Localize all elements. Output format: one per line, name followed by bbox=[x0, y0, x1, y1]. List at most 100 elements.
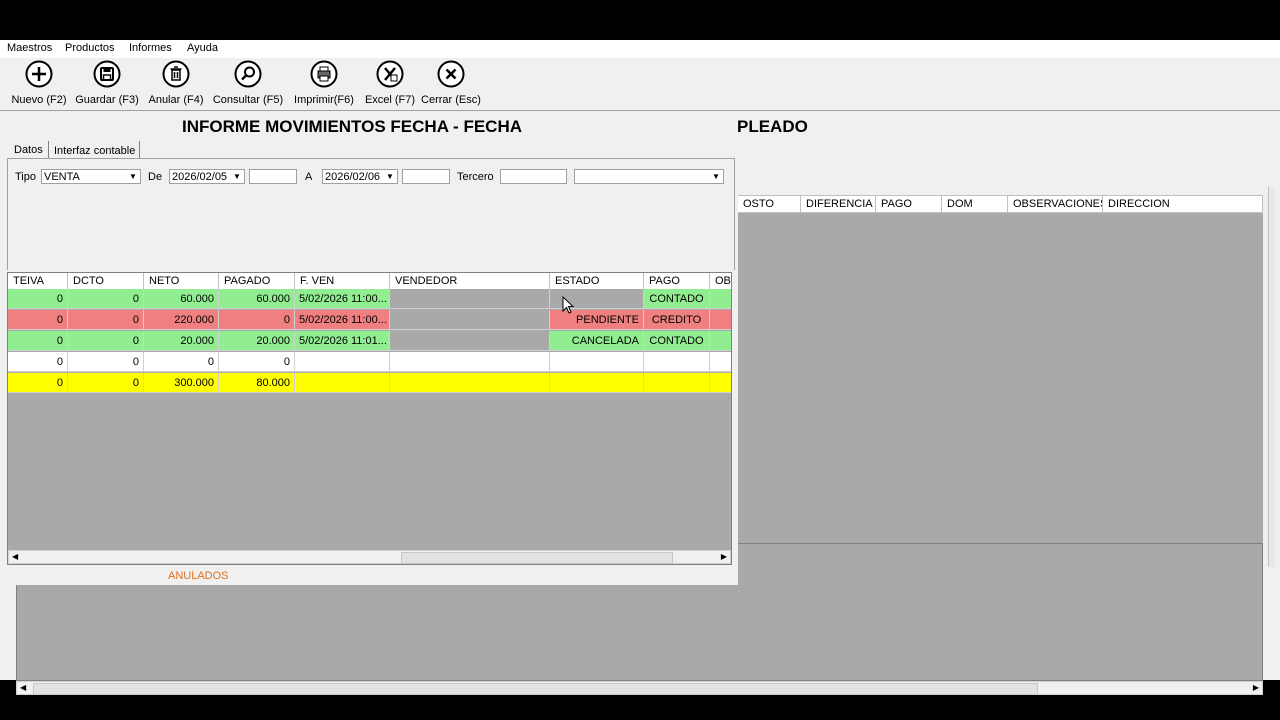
cell-ob bbox=[710, 310, 731, 330]
tipo-select[interactable]: VENTA ▼ bbox=[41, 169, 141, 184]
column-header: VENDEDOR bbox=[390, 273, 550, 289]
cell-vendedor bbox=[390, 331, 550, 351]
cell-dcto: 0 bbox=[68, 310, 144, 330]
chevron-down-icon[interactable]: ▼ bbox=[709, 170, 723, 183]
grid-header: TEIVA DCTO NETO PAGADO F. VEN VENDEDOR E… bbox=[8, 273, 731, 290]
save-button-label: Guardar (F3) bbox=[75, 94, 139, 106]
cell-neto: 0 bbox=[144, 352, 219, 372]
column-header: PAGO bbox=[644, 273, 710, 289]
annulled-grid-scrollbar[interactable]: ◀ ▶ bbox=[16, 681, 1263, 695]
void-button[interactable]: Anular (F4) bbox=[146, 60, 206, 106]
column-header: OB bbox=[715, 275, 731, 287]
from-date-picker[interactable]: 2026/02/05 ▼ bbox=[169, 169, 245, 184]
chevron-down-icon[interactable]: ▼ bbox=[230, 170, 244, 183]
annulled-label: ANULADOS bbox=[168, 570, 229, 582]
table-row[interactable]: 0 0 220.000 0 5/02/2026 11:00... PENDIEN… bbox=[8, 310, 731, 330]
cell-teiva: 0 bbox=[8, 310, 68, 330]
cell-pagado: 80.000 bbox=[219, 373, 295, 393]
third-party-code-field[interactable] bbox=[500, 169, 567, 184]
cell-fven: 5/02/2026 11:00... bbox=[295, 310, 390, 330]
excel-button[interactable]: Excel (F7) bbox=[363, 60, 417, 106]
scrollbar-thumb[interactable] bbox=[33, 683, 1038, 695]
scroll-right-icon[interactable]: ▶ bbox=[721, 551, 727, 563]
column-header: NETO bbox=[144, 273, 219, 289]
from-time-field[interactable] bbox=[249, 169, 297, 184]
cell-pagado: 60.000 bbox=[219, 289, 295, 309]
cell-pagado: 0 bbox=[219, 310, 295, 330]
background-window-edge bbox=[1268, 187, 1275, 567]
content-area: PLEADO OSTO DIFERENCIA PAGO DOM OBSERVAC… bbox=[0, 111, 1280, 695]
cell-pagado: 0 bbox=[219, 352, 295, 372]
new-button[interactable]: Nuevo (F2) bbox=[8, 60, 70, 106]
cell-neto: 220.000 bbox=[144, 310, 219, 330]
page-title: INFORME MOVIMIENTOS FECHA - FECHA bbox=[182, 117, 522, 136]
cell-dcto: 0 bbox=[68, 373, 144, 393]
table-row[interactable]: 0 0 0 0 bbox=[8, 352, 731, 372]
cell-teiva: 0 bbox=[8, 331, 68, 351]
cell-dcto: 0 bbox=[68, 289, 144, 309]
close-button[interactable]: Cerrar (Esc) bbox=[421, 60, 481, 106]
app-window: Maestros Productos Informes Ayuda Nuevo … bbox=[0, 40, 1280, 695]
background-window-title: PLEADO bbox=[737, 117, 808, 136]
cell-pago bbox=[644, 352, 710, 372]
cell-pago: CONTADO bbox=[644, 331, 710, 351]
cell-ob bbox=[710, 331, 731, 351]
scrollbar-thumb[interactable] bbox=[401, 552, 673, 564]
close-icon bbox=[437, 60, 465, 88]
column-header: TEIVA bbox=[8, 273, 68, 289]
to-date-value: 2026/02/06 bbox=[325, 171, 381, 183]
menu-maestros[interactable]: Maestros bbox=[7, 42, 52, 54]
cell-pagado: 20.000 bbox=[219, 331, 295, 351]
column-header: F. VEN bbox=[295, 273, 390, 289]
background-grid-body bbox=[737, 213, 1263, 561]
tipo-label: Tipo bbox=[15, 171, 36, 183]
menu-ayuda[interactable]: Ayuda bbox=[187, 42, 218, 54]
column-header: DIFERENCIA bbox=[801, 196, 876, 212]
cell-teiva: 0 bbox=[8, 352, 68, 372]
column-header: OBSERVACIONES bbox=[1008, 196, 1103, 212]
scroll-left-icon[interactable]: ◀ bbox=[12, 551, 18, 563]
grid-scrollbar[interactable]: ◀ ▶ bbox=[8, 550, 731, 564]
trash-icon bbox=[162, 60, 190, 88]
chevron-down-icon[interactable]: ▼ bbox=[383, 170, 397, 183]
table-row[interactable]: 0 0 20.000 20.000 5/02/2026 11:01... CAN… bbox=[8, 331, 731, 351]
query-button[interactable]: Consultar (F5) bbox=[212, 60, 284, 106]
column-header: DIRECCION bbox=[1108, 198, 1170, 210]
cell-fven bbox=[295, 373, 390, 393]
mouse-cursor-icon bbox=[562, 296, 574, 314]
from-date-value: 2026/02/05 bbox=[172, 171, 228, 183]
table-row[interactable]: 0 0 60.000 60.000 5/02/2026 11:00... CON… bbox=[8, 289, 731, 309]
menu-informes[interactable]: Informes bbox=[129, 42, 172, 54]
to-label: A bbox=[305, 171, 313, 183]
cell-dcto: 0 bbox=[68, 331, 144, 351]
cell-pago: CONTADO bbox=[644, 289, 710, 309]
cell-neto: 300.000 bbox=[144, 373, 219, 393]
cell-estado bbox=[550, 373, 644, 393]
save-button[interactable]: Guardar (F3) bbox=[74, 60, 140, 106]
menu-productos[interactable]: Productos bbox=[65, 42, 115, 54]
cell-teiva: 0 bbox=[8, 373, 68, 393]
column-header: DOM bbox=[942, 196, 1008, 212]
scroll-right-icon[interactable]: ▶ bbox=[1253, 682, 1259, 694]
query-button-label: Consultar (F5) bbox=[212, 94, 284, 106]
third-party-select[interactable]: ▼ bbox=[574, 169, 724, 184]
tab-interfaz-contable[interactable]: Interfaz contable bbox=[48, 141, 141, 158]
tab-datos[interactable]: Datos bbox=[14, 144, 43, 156]
from-label: De bbox=[148, 171, 163, 183]
cell-pago: CREDITO bbox=[644, 310, 710, 330]
scroll-left-icon[interactable]: ◀ bbox=[20, 682, 26, 694]
print-button[interactable]: Imprimir(F6) bbox=[291, 60, 357, 106]
to-date-picker[interactable]: 2026/02/06 ▼ bbox=[322, 169, 398, 184]
cell-ob bbox=[710, 352, 731, 372]
close-button-label: Cerrar (Esc) bbox=[421, 94, 481, 106]
cell-pago bbox=[644, 373, 710, 393]
cell-vendedor bbox=[390, 352, 550, 372]
totals-row[interactable]: 0 0 300.000 80.000 bbox=[8, 373, 731, 393]
cell-vendedor bbox=[390, 310, 550, 330]
cell-dcto: 0 bbox=[68, 352, 144, 372]
cell-neto: 60.000 bbox=[144, 289, 219, 309]
to-time-field[interactable] bbox=[402, 169, 450, 184]
cell-vendedor bbox=[390, 289, 550, 309]
chevron-down-icon[interactable]: ▼ bbox=[126, 170, 140, 183]
cell-estado: CANCELADA bbox=[550, 331, 644, 351]
